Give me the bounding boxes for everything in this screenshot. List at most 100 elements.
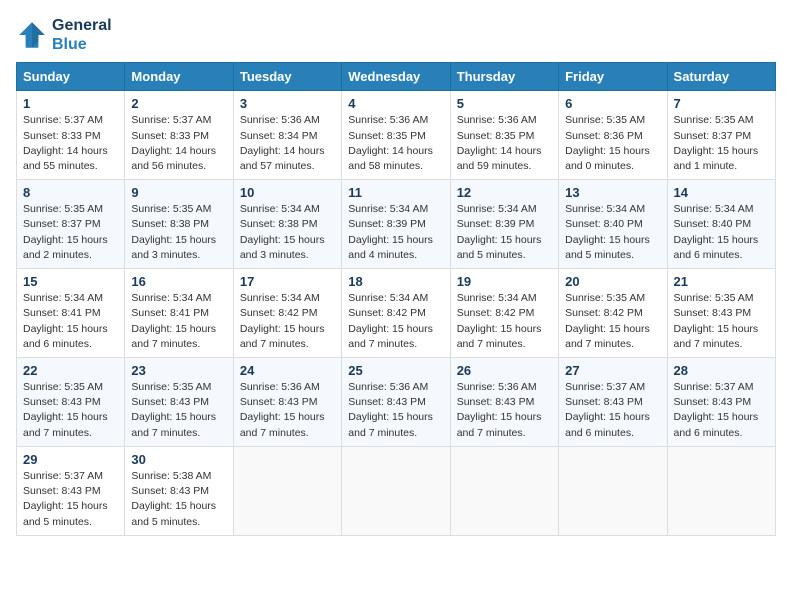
calendar-day: 19 Sunrise: 5:34 AMSunset: 8:42 PMDaylig… bbox=[450, 269, 558, 358]
day-number: 30 bbox=[131, 452, 226, 467]
day-detail: Sunrise: 5:34 AMSunset: 8:41 PMDaylight:… bbox=[23, 291, 118, 352]
calendar-day: 10 Sunrise: 5:34 AMSunset: 8:38 PMDaylig… bbox=[233, 180, 341, 269]
calendar-week: 1 Sunrise: 5:37 AMSunset: 8:33 PMDayligh… bbox=[17, 91, 776, 180]
calendar-day: 20 Sunrise: 5:35 AMSunset: 8:42 PMDaylig… bbox=[559, 269, 667, 358]
logo: General Blue bbox=[16, 16, 112, 54]
calendar-day: 8 Sunrise: 5:35 AMSunset: 8:37 PMDayligh… bbox=[17, 180, 125, 269]
day-number: 23 bbox=[131, 363, 226, 378]
calendar-day: 21 Sunrise: 5:35 AMSunset: 8:43 PMDaylig… bbox=[667, 269, 775, 358]
day-detail: Sunrise: 5:37 AMSunset: 8:43 PMDaylight:… bbox=[565, 380, 660, 441]
calendar-week: 29 Sunrise: 5:37 AMSunset: 8:43 PMDaylig… bbox=[17, 446, 776, 535]
day-number: 17 bbox=[240, 274, 335, 289]
day-number: 2 bbox=[131, 96, 226, 111]
calendar-day: 30 Sunrise: 5:38 AMSunset: 8:43 PMDaylig… bbox=[125, 446, 233, 535]
day-number: 9 bbox=[131, 185, 226, 200]
calendar-day: 27 Sunrise: 5:37 AMSunset: 8:43 PMDaylig… bbox=[559, 358, 667, 447]
day-detail: Sunrise: 5:38 AMSunset: 8:43 PMDaylight:… bbox=[131, 469, 226, 530]
calendar-day bbox=[342, 446, 450, 535]
day-detail: Sunrise: 5:36 AMSunset: 8:35 PMDaylight:… bbox=[457, 113, 552, 174]
day-number: 22 bbox=[23, 363, 118, 378]
day-detail: Sunrise: 5:34 AMSunset: 8:42 PMDaylight:… bbox=[457, 291, 552, 352]
day-detail: Sunrise: 5:34 AMSunset: 8:42 PMDaylight:… bbox=[348, 291, 443, 352]
day-number: 11 bbox=[348, 185, 443, 200]
day-number: 25 bbox=[348, 363, 443, 378]
calendar-day: 28 Sunrise: 5:37 AMSunset: 8:43 PMDaylig… bbox=[667, 358, 775, 447]
calendar-day bbox=[450, 446, 558, 535]
calendar-day: 22 Sunrise: 5:35 AMSunset: 8:43 PMDaylig… bbox=[17, 358, 125, 447]
calendar-day: 3 Sunrise: 5:36 AMSunset: 8:34 PMDayligh… bbox=[233, 91, 341, 180]
day-detail: Sunrise: 5:35 AMSunset: 8:36 PMDaylight:… bbox=[565, 113, 660, 174]
day-detail: Sunrise: 5:37 AMSunset: 8:33 PMDaylight:… bbox=[131, 113, 226, 174]
day-detail: Sunrise: 5:34 AMSunset: 8:41 PMDaylight:… bbox=[131, 291, 226, 352]
day-detail: Sunrise: 5:34 AMSunset: 8:38 PMDaylight:… bbox=[240, 202, 335, 263]
day-detail: Sunrise: 5:34 AMSunset: 8:39 PMDaylight:… bbox=[457, 202, 552, 263]
calendar-day: 24 Sunrise: 5:36 AMSunset: 8:43 PMDaylig… bbox=[233, 358, 341, 447]
weekday-header: Saturday bbox=[667, 63, 775, 91]
calendar-day: 15 Sunrise: 5:34 AMSunset: 8:41 PMDaylig… bbox=[17, 269, 125, 358]
day-detail: Sunrise: 5:36 AMSunset: 8:35 PMDaylight:… bbox=[348, 113, 443, 174]
day-number: 13 bbox=[565, 185, 660, 200]
calendar-day: 12 Sunrise: 5:34 AMSunset: 8:39 PMDaylig… bbox=[450, 180, 558, 269]
day-number: 28 bbox=[674, 363, 769, 378]
day-detail: Sunrise: 5:34 AMSunset: 8:40 PMDaylight:… bbox=[674, 202, 769, 263]
calendar-table: SundayMondayTuesdayWednesdayThursdayFrid… bbox=[16, 62, 776, 535]
day-number: 10 bbox=[240, 185, 335, 200]
day-detail: Sunrise: 5:35 AMSunset: 8:37 PMDaylight:… bbox=[674, 113, 769, 174]
day-number: 8 bbox=[23, 185, 118, 200]
calendar-day: 4 Sunrise: 5:36 AMSunset: 8:35 PMDayligh… bbox=[342, 91, 450, 180]
calendar-day: 23 Sunrise: 5:35 AMSunset: 8:43 PMDaylig… bbox=[125, 358, 233, 447]
calendar-day: 17 Sunrise: 5:34 AMSunset: 8:42 PMDaylig… bbox=[233, 269, 341, 358]
day-detail: Sunrise: 5:35 AMSunset: 8:43 PMDaylight:… bbox=[23, 380, 118, 441]
calendar-day: 18 Sunrise: 5:34 AMSunset: 8:42 PMDaylig… bbox=[342, 269, 450, 358]
day-detail: Sunrise: 5:34 AMSunset: 8:42 PMDaylight:… bbox=[240, 291, 335, 352]
calendar-day: 9 Sunrise: 5:35 AMSunset: 8:38 PMDayligh… bbox=[125, 180, 233, 269]
day-detail: Sunrise: 5:37 AMSunset: 8:43 PMDaylight:… bbox=[23, 469, 118, 530]
calendar-day bbox=[559, 446, 667, 535]
weekday-header: Thursday bbox=[450, 63, 558, 91]
day-detail: Sunrise: 5:35 AMSunset: 8:42 PMDaylight:… bbox=[565, 291, 660, 352]
calendar-day: 16 Sunrise: 5:34 AMSunset: 8:41 PMDaylig… bbox=[125, 269, 233, 358]
day-number: 12 bbox=[457, 185, 552, 200]
logo-line2: Blue bbox=[52, 35, 112, 54]
calendar-day: 29 Sunrise: 5:37 AMSunset: 8:43 PMDaylig… bbox=[17, 446, 125, 535]
calendar-day: 6 Sunrise: 5:35 AMSunset: 8:36 PMDayligh… bbox=[559, 91, 667, 180]
calendar-day: 2 Sunrise: 5:37 AMSunset: 8:33 PMDayligh… bbox=[125, 91, 233, 180]
day-detail: Sunrise: 5:35 AMSunset: 8:43 PMDaylight:… bbox=[674, 291, 769, 352]
day-detail: Sunrise: 5:34 AMSunset: 8:40 PMDaylight:… bbox=[565, 202, 660, 263]
day-number: 7 bbox=[674, 96, 769, 111]
calendar-week: 22 Sunrise: 5:35 AMSunset: 8:43 PMDaylig… bbox=[17, 358, 776, 447]
day-detail: Sunrise: 5:36 AMSunset: 8:43 PMDaylight:… bbox=[457, 380, 552, 441]
day-number: 26 bbox=[457, 363, 552, 378]
day-number: 3 bbox=[240, 96, 335, 111]
day-detail: Sunrise: 5:34 AMSunset: 8:39 PMDaylight:… bbox=[348, 202, 443, 263]
day-number: 27 bbox=[565, 363, 660, 378]
day-number: 19 bbox=[457, 274, 552, 289]
day-number: 16 bbox=[131, 274, 226, 289]
calendar-day bbox=[233, 446, 341, 535]
calendar-day: 11 Sunrise: 5:34 AMSunset: 8:39 PMDaylig… bbox=[342, 180, 450, 269]
day-number: 6 bbox=[565, 96, 660, 111]
day-number: 15 bbox=[23, 274, 118, 289]
day-number: 20 bbox=[565, 274, 660, 289]
weekday-row: SundayMondayTuesdayWednesdayThursdayFrid… bbox=[17, 63, 776, 91]
weekday-header: Monday bbox=[125, 63, 233, 91]
day-detail: Sunrise: 5:35 AMSunset: 8:37 PMDaylight:… bbox=[23, 202, 118, 263]
day-number: 21 bbox=[674, 274, 769, 289]
weekday-header: Friday bbox=[559, 63, 667, 91]
calendar-day: 1 Sunrise: 5:37 AMSunset: 8:33 PMDayligh… bbox=[17, 91, 125, 180]
calendar-day: 7 Sunrise: 5:35 AMSunset: 8:37 PMDayligh… bbox=[667, 91, 775, 180]
calendar-body: 1 Sunrise: 5:37 AMSunset: 8:33 PMDayligh… bbox=[17, 91, 776, 535]
day-detail: Sunrise: 5:37 AMSunset: 8:33 PMDaylight:… bbox=[23, 113, 118, 174]
calendar-day: 5 Sunrise: 5:36 AMSunset: 8:35 PMDayligh… bbox=[450, 91, 558, 180]
calendar-day: 26 Sunrise: 5:36 AMSunset: 8:43 PMDaylig… bbox=[450, 358, 558, 447]
day-number: 29 bbox=[23, 452, 118, 467]
day-number: 24 bbox=[240, 363, 335, 378]
calendar-day: 13 Sunrise: 5:34 AMSunset: 8:40 PMDaylig… bbox=[559, 180, 667, 269]
weekday-header: Wednesday bbox=[342, 63, 450, 91]
day-number: 14 bbox=[674, 185, 769, 200]
page-header: General Blue bbox=[16, 16, 776, 54]
calendar-day: 14 Sunrise: 5:34 AMSunset: 8:40 PMDaylig… bbox=[667, 180, 775, 269]
logo-text: General Blue bbox=[52, 16, 112, 54]
day-detail: Sunrise: 5:35 AMSunset: 8:43 PMDaylight:… bbox=[131, 380, 226, 441]
weekday-header: Tuesday bbox=[233, 63, 341, 91]
